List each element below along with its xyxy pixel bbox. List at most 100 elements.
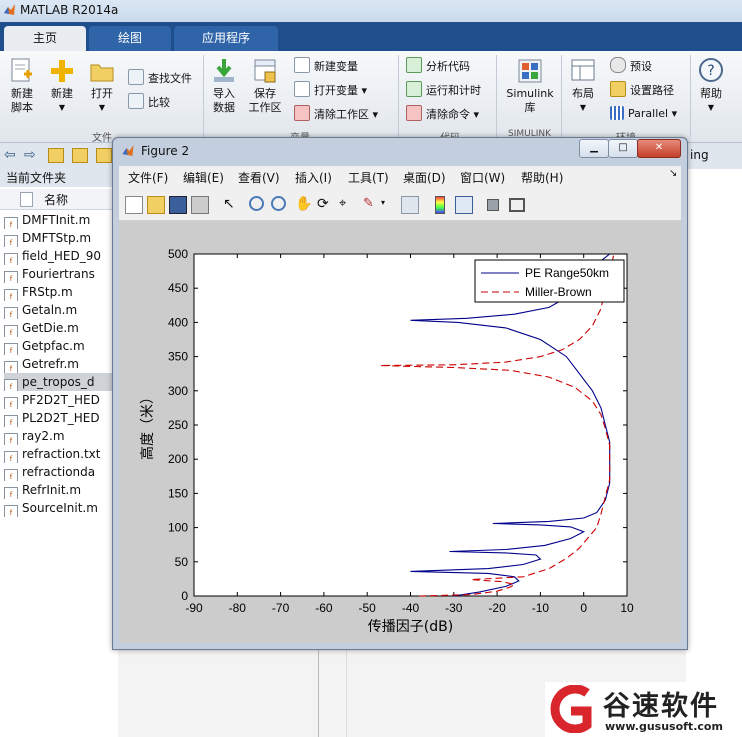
file-list-item[interactable]: f DMFTStp.m: [4, 229, 116, 247]
plot-area: [193, 253, 628, 597]
save-workspace-icon: [254, 59, 276, 83]
m-file-icon: f: [4, 433, 18, 445]
minimize-button[interactable]: ▁: [579, 139, 609, 158]
command-window-edge: [686, 169, 742, 737]
layout-button[interactable]: 布局 ▼: [566, 57, 600, 115]
tab-home[interactable]: 主页: [4, 26, 86, 51]
file-name: PL2D2T_HED: [22, 411, 100, 425]
set-path-button[interactable]: 设置路径: [610, 81, 674, 99]
y-tick-label: 100: [168, 521, 188, 535]
browse-folder-icon[interactable]: [72, 148, 88, 163]
save-workspace-button[interactable]: 保存 工作区: [245, 57, 285, 115]
menu-dock-arrow-icon[interactable]: ↘: [669, 168, 677, 179]
data-cursor-icon[interactable]: ⌖: [339, 196, 355, 212]
menu-edit[interactable]: 编辑(E): [183, 169, 224, 186]
file-list-item[interactable]: f DMFTInit.m: [4, 211, 116, 229]
folder-icon: [90, 64, 114, 82]
rotate-3d-icon[interactable]: ⟳: [317, 196, 333, 212]
x-tick-label: -40: [402, 601, 420, 615]
open-button[interactable]: 打开 ▼: [84, 57, 120, 115]
menu-file[interactable]: 文件(F): [128, 169, 168, 186]
new-variable-icon: [294, 57, 310, 73]
propagation-plot[interactable]: -90 -80 -70 -60 -50 -40 -30 -20 -10 0 100501001502…: [119, 221, 681, 643]
new-figure-icon[interactable]: [125, 196, 143, 214]
open-variable-icon: [294, 81, 310, 97]
menu-view[interactable]: 查看(V): [238, 169, 280, 186]
maximize-button[interactable]: □: [608, 139, 638, 158]
pointer-icon[interactable]: ↖: [223, 196, 239, 212]
y-axis-label: 高度（米）: [139, 390, 156, 460]
file-list-item[interactable]: f refraction.txt: [4, 445, 116, 463]
figure-menu-bar: 文件(F) 编辑(E) 查看(V) 插入(I) 工具(T) 桌面(D) 窗口(W…: [119, 166, 681, 188]
brush-icon[interactable]: ✎: [363, 196, 379, 212]
x-tick-label: -90: [185, 601, 203, 615]
parallel-button[interactable]: Parallel ▾: [610, 105, 677, 123]
menu-window[interactable]: 窗口(W): [460, 169, 505, 186]
menu-desktop[interactable]: 桌面(D): [403, 169, 446, 186]
new-variable-button[interactable]: 新建变量: [294, 57, 358, 75]
clear-workspace-button[interactable]: 清除工作区 ▾: [294, 105, 378, 123]
file-list-item[interactable]: f field_HED_90: [4, 247, 116, 265]
file-list-item[interactable]: f pe_tropos_d: [4, 373, 116, 391]
tab-plots[interactable]: 绘图: [89, 26, 171, 51]
zoom-out-icon[interactable]: [271, 196, 286, 211]
run-and-time-button[interactable]: 运行和计时: [406, 81, 481, 99]
show-plot-tools-icon[interactable]: [509, 198, 525, 212]
menu-tools[interactable]: 工具(T): [348, 169, 389, 186]
pan-hand-icon[interactable]: ✋: [295, 196, 312, 212]
file-list-item[interactable]: f SourceInit.m: [4, 499, 116, 517]
file-list-item[interactable]: f Fouriertrans: [4, 265, 116, 283]
file-list-item[interactable]: f Getrefr.m: [4, 355, 116, 373]
file-list-item[interactable]: f Getpfac.m: [4, 337, 116, 355]
clear-commands-button[interactable]: 清除命令 ▾: [406, 105, 479, 123]
figure-window[interactable]: Figure 2 ▁ □ ✕ 文件(F) 编辑(E) 查看(V) 插入(I) 工…: [112, 137, 688, 650]
file-list-item[interactable]: f GetDie.m: [4, 319, 116, 337]
menu-help[interactable]: 帮助(H): [521, 169, 563, 186]
open-file-icon[interactable]: [147, 196, 165, 214]
file-list-item[interactable]: f FRStp.m: [4, 283, 116, 301]
gususoft-watermark: 谷速软件 www.gususoft.com: [545, 682, 742, 737]
analyze-code-button[interactable]: 分析代码: [406, 57, 470, 75]
name-column-header[interactable]: 名称: [44, 191, 68, 208]
file-list-item[interactable]: f PF2D2T_HED: [4, 391, 116, 409]
file-list-item[interactable]: f refractionda: [4, 463, 116, 481]
up-folder-icon[interactable]: [48, 148, 64, 163]
open-variable-button[interactable]: 打开变量 ▾: [294, 81, 367, 99]
zoom-in-icon[interactable]: [249, 196, 264, 211]
print-icon[interactable]: [191, 196, 209, 214]
brush-dropdown-icon[interactable]: ▾: [381, 198, 385, 207]
file-list-item[interactable]: f ray2.m: [4, 427, 116, 445]
y-tick-label: 400: [168, 315, 188, 329]
menu-insert[interactable]: 插入(I): [295, 169, 332, 186]
colorbar-icon[interactable]: [435, 196, 445, 214]
file-name: FRStp.m: [22, 285, 73, 299]
save-figure-icon[interactable]: [169, 196, 187, 214]
link-plot-icon[interactable]: [401, 196, 419, 214]
find-files-button[interactable]: 查找文件: [128, 69, 192, 87]
back-arrow-icon[interactable]: ⇦: [4, 147, 16, 163]
tab-apps[interactable]: 应用程序: [174, 26, 278, 51]
new-button[interactable]: 新建 ▼: [44, 57, 80, 115]
legend-icon[interactable]: [455, 196, 473, 214]
clear-workspace-icon: [294, 105, 310, 121]
simulink-library-button[interactable]: Simulink 库: [503, 57, 557, 115]
m-file-icon: f: [4, 397, 18, 409]
legend-label: Miller-Brown: [525, 285, 592, 299]
file-type-icon: [20, 192, 33, 207]
hide-plot-tools-icon[interactable]: [487, 199, 499, 211]
file-name: PF2D2T_HED: [22, 393, 100, 407]
file-list-item[interactable]: f Getaln.m: [4, 301, 116, 319]
new-script-button[interactable]: 新建 脚本: [4, 57, 40, 115]
new-script-label-2: 脚本: [11, 101, 33, 114]
file-list-item[interactable]: f RefrInit.m: [4, 481, 116, 499]
help-button[interactable]: ? 帮助 ▼: [695, 57, 727, 115]
import-data-button[interactable]: 导入 数据: [208, 57, 240, 115]
matlab-figure-icon: [122, 145, 134, 156]
file-name: GetDie.m: [22, 321, 79, 335]
preferences-button[interactable]: 预设: [610, 57, 652, 75]
forward-arrow-icon[interactable]: ⇨: [24, 147, 36, 163]
analyze-code-icon: [406, 57, 422, 73]
file-list-item[interactable]: f PL2D2T_HED: [4, 409, 116, 427]
close-button[interactable]: ✕: [637, 139, 681, 158]
compare-button[interactable]: 比较: [128, 93, 170, 111]
